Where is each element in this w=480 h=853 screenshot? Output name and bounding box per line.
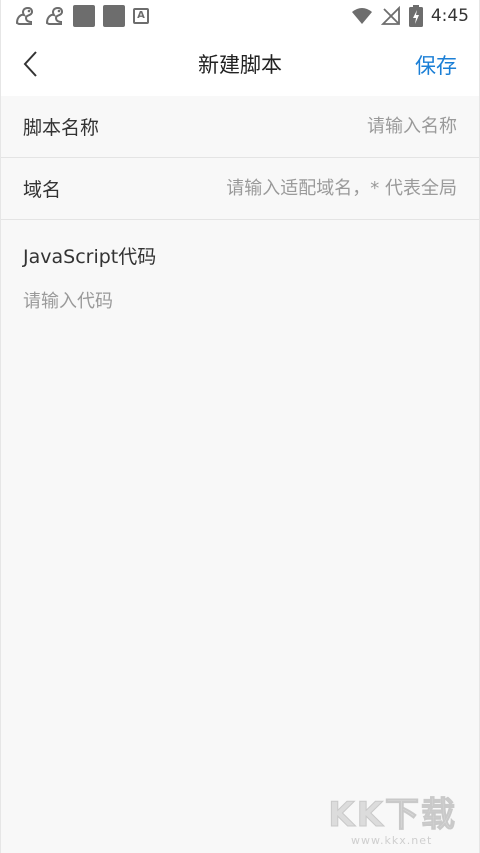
- save-button[interactable]: 保存: [415, 50, 457, 80]
- watermark-char: 下: [385, 795, 420, 835]
- domain-input[interactable]: [77, 178, 457, 199]
- watermark-logo: K K 下 载 www.kkx.net: [328, 795, 456, 848]
- watermark-char: K: [328, 795, 355, 835]
- code-section: JavaScript代码: [1, 220, 479, 787]
- code-textarea[interactable]: [23, 287, 457, 787]
- battery-charging-icon: [408, 5, 423, 27]
- gray-square-icon: [103, 5, 125, 27]
- watermark-url: www.kkx.net: [351, 834, 433, 847]
- status-bar: A 4:45: [1, 0, 479, 32]
- wifi-icon: [351, 8, 372, 24]
- script-name-label: 脚本名称: [23, 117, 100, 139]
- letter-a-icon: A: [133, 8, 149, 24]
- status-time: 4:45: [430, 6, 469, 26]
- status-left-icons: A: [13, 5, 149, 27]
- chevron-left-icon: [23, 51, 37, 77]
- watermark-char: 载: [421, 795, 456, 835]
- gray-square-icon: [73, 5, 95, 27]
- page-title: 新建脚本: [198, 53, 282, 77]
- watermark-char: K: [356, 795, 383, 835]
- code-label: JavaScript代码: [23, 246, 157, 268]
- script-name-input[interactable]: [115, 116, 457, 137]
- app-screen: A 4:45 新建脚本 保存 脚本名称 请输入名称 域名 请输入适配域名，* 代…: [0, 0, 480, 853]
- squirrel-icon: [45, 6, 63, 25]
- domain-label: 域名: [23, 179, 62, 201]
- no-signal-icon: [380, 6, 400, 25]
- watermark-logo-chars: K K 下 载: [328, 795, 456, 835]
- squirrel-icon: [15, 6, 33, 25]
- domain-row: 域名: [1, 158, 479, 220]
- script-name-row: 脚本名称: [1, 96, 479, 158]
- app-header: 新建脚本 保存: [1, 32, 479, 96]
- status-right-icons: 4:45: [351, 5, 469, 27]
- letter-a-text: A: [137, 10, 145, 21]
- script-form: 脚本名称 域名 JavaScript代码: [1, 96, 479, 787]
- back-button[interactable]: [11, 44, 51, 84]
